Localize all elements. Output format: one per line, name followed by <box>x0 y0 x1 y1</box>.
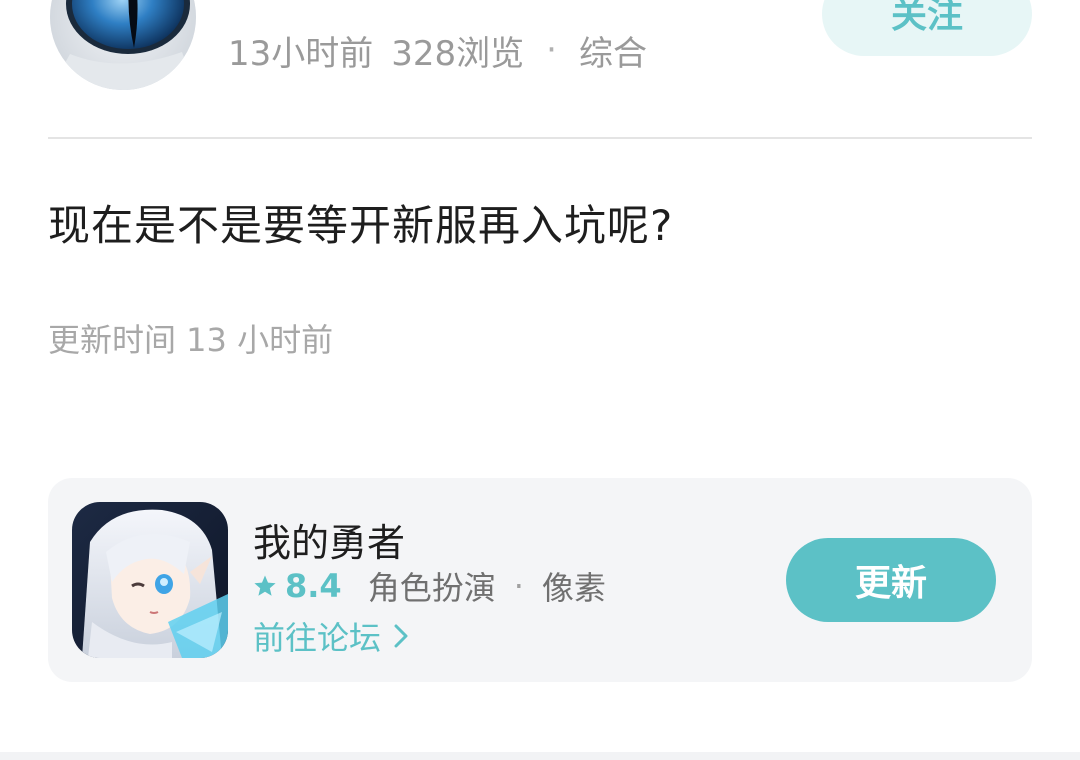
game-genre-secondary: 像素 <box>541 569 606 607</box>
game-character-icon <box>72 502 228 658</box>
section-divider <box>0 752 1080 760</box>
game-icon[interactable] <box>72 502 228 658</box>
meta-separator: · <box>546 30 557 70</box>
update-button-label: 更新 <box>854 563 927 604</box>
view-count: 328浏览 <box>391 33 525 74</box>
blue-eye-avatar-icon <box>50 0 196 90</box>
follow-button-label: 关注 <box>890 0 963 36</box>
follow-button[interactable]: 关注 <box>822 0 1032 56</box>
game-name[interactable]: 我的勇者 <box>253 512 405 567</box>
post-detail-page: 13小时前 328浏览 · 综合 关注 现在是不是要等开新服再入坑呢? 更新时间… <box>0 0 1080 760</box>
game-card[interactable]: 我的勇者 8.4 角色扮演 · 像素 前往论坛 更新 <box>48 478 1032 682</box>
post-meta: 13小时前 328浏览 · 综合 <box>228 26 647 75</box>
star-icon <box>254 575 276 596</box>
game-genre-primary: 角色扮演 <box>367 569 496 607</box>
post-category[interactable]: 综合 <box>579 26 647 75</box>
chevron-right-icon <box>394 624 408 648</box>
update-button[interactable]: 更新 <box>786 538 996 622</box>
game-rating: 8.4 <box>285 567 342 605</box>
genre-separator: · <box>513 567 524 605</box>
post-title: 现在是不是要等开新服再入坑呢? <box>48 201 674 250</box>
forum-link[interactable]: 前往论坛 <box>253 614 409 658</box>
game-meta: 8.4 角色扮演 · 像素 <box>253 564 606 608</box>
updated-time: 更新时间 13 小时前 <box>48 321 334 359</box>
header-divider <box>48 137 1032 139</box>
post-time: 13小时前 <box>228 33 374 74</box>
forum-link-label: 前往论坛 <box>253 619 382 657</box>
author-avatar[interactable] <box>50 0 196 90</box>
